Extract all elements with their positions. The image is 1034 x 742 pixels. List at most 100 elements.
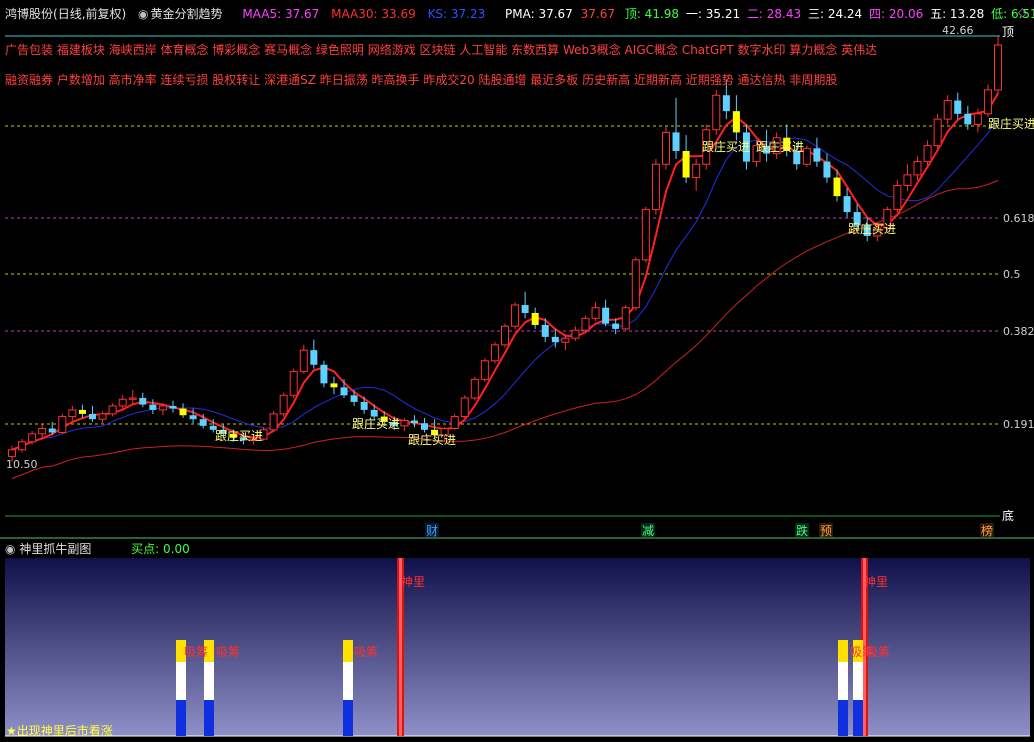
candle-body[interactable]: [410, 420, 418, 424]
candle-body[interactable]: [823, 161, 831, 178]
candle-body[interactable]: [682, 150, 690, 178]
buy-signal-2: 跟庄买进: [352, 416, 400, 431]
candle-body[interactable]: [88, 413, 96, 420]
candle-body[interactable]: [964, 113, 972, 125]
formula-selector-icon[interactable]: ◉: [138, 7, 148, 21]
concept-tags-line-1: 广告包装 福建板块 海峡西岸 体育概念 博彩概念 赛马概念 绿色照明 网络游戏 …: [5, 43, 878, 57]
candle-body[interactable]: [199, 419, 207, 426]
candle-body[interactable]: [813, 148, 821, 162]
candle-body[interactable]: [179, 408, 187, 416]
candle-body[interactable]: [128, 397, 137, 400]
candle-body[interactable]: [923, 145, 932, 163]
candle-body[interactable]: [480, 360, 489, 380]
candle-body[interactable]: [672, 132, 680, 151]
candle-body[interactable]: [913, 161, 922, 176]
candle-body[interactable]: [954, 100, 962, 114]
candle-body[interactable]: [108, 405, 117, 415]
period-label[interactable]: (日线,前复权): [53, 7, 126, 21]
candle-body[interactable]: [289, 370, 298, 396]
sub-formula-icon[interactable]: ◉: [5, 542, 15, 556]
header-expand-icon[interactable]: ◇: [1018, 5, 1027, 19]
event-marker-jian[interactable]: 减: [642, 524, 654, 538]
candle-body[interactable]: [641, 208, 650, 261]
candle-body[interactable]: [320, 364, 328, 384]
candle-body[interactable]: [551, 336, 559, 343]
candle-body[interactable]: [732, 111, 740, 133]
sub-panel-header: ◉ 神里抓牛副图 买点: 0.00: [5, 540, 190, 557]
candle-body[interactable]: [631, 259, 640, 309]
one-value: 一: 35.21: [685, 7, 741, 21]
candle-body[interactable]: [279, 394, 288, 415]
candle-body[interactable]: [98, 413, 107, 420]
candle-body[interactable]: [591, 307, 600, 319]
candle-body[interactable]: [833, 177, 841, 197]
candle-body[interactable]: [38, 427, 47, 435]
candle-body[interactable]: [692, 163, 701, 179]
candle-body[interactable]: [340, 387, 348, 396]
event-marker-die[interactable]: 跌: [796, 523, 808, 538]
candle-body[interactable]: [400, 420, 409, 427]
candle-body[interactable]: [149, 404, 157, 410]
candle-body[interactable]: [8, 449, 16, 457]
candle-body[interactable]: [470, 378, 479, 399]
candle-body[interactable]: [421, 423, 429, 430]
buy-signal-4: 跟庄买进: [702, 139, 750, 154]
sub-indicator-chart[interactable]: 神里 神里 吸筹 吸筹 吸筹 吸筹 吸筹 ★出现神里后市看涨: [0, 556, 1034, 742]
event-marker-yu[interactable]: 预: [820, 524, 832, 538]
formula-name[interactable]: 黄金分割趋势: [151, 7, 223, 21]
candle-body[interactable]: [943, 100, 952, 120]
candle-body[interactable]: [269, 413, 278, 431]
stock-name[interactable]: 鸿博股份: [5, 7, 53, 21]
candle-body[interactable]: [571, 329, 580, 339]
candle-body[interactable]: [561, 337, 570, 343]
top-marker: 顶: [1002, 25, 1014, 39]
candle-body[interactable]: [78, 409, 86, 414]
candle-body[interactable]: [48, 428, 56, 433]
candle-body[interactable]: [450, 416, 459, 429]
candle-body[interactable]: [521, 305, 529, 313]
candle-body[interactable]: [983, 89, 992, 115]
candle-body[interactable]: [722, 95, 730, 112]
candle-body[interactable]: [139, 397, 147, 405]
candle-body[interactable]: [602, 307, 610, 324]
candle-body[interactable]: [370, 409, 378, 417]
candle-body[interactable]: [350, 395, 358, 402]
candle-body[interactable]: [933, 118, 942, 147]
sub-panel-title[interactable]: 神里抓牛副图: [19, 542, 91, 556]
candle-body[interactable]: [661, 131, 670, 165]
candle-body[interactable]: [310, 350, 318, 365]
candle-body[interactable]: [994, 44, 1002, 91]
candle-body[interactable]: [712, 94, 721, 131]
candle-body[interactable]: [28, 433, 37, 443]
candle-body[interactable]: [843, 196, 851, 213]
candle-body[interactable]: [511, 304, 520, 327]
event-marker-bang[interactable]: 榜: [981, 523, 993, 538]
candle-body[interactable]: [299, 349, 308, 372]
candle-body[interactable]: [612, 323, 620, 329]
candle-body[interactable]: [621, 307, 630, 330]
candle-body[interactable]: [18, 441, 27, 451]
fib-label-0618: 0.618: [1003, 212, 1034, 225]
candle-body[interactable]: [158, 405, 167, 411]
event-marker-cai[interactable]: 财: [426, 524, 438, 538]
buy-signal-5: 跟庄买进: [756, 139, 804, 154]
candle-body[interactable]: [68, 409, 77, 418]
candle-body[interactable]: [973, 113, 982, 125]
candle-body[interactable]: [330, 383, 338, 388]
candle-body[interactable]: [169, 405, 177, 409]
candle-body[interactable]: [651, 163, 660, 210]
candle-body[interactable]: [541, 324, 549, 337]
candle-body[interactable]: [531, 312, 539, 325]
candle-body[interactable]: [360, 401, 368, 410]
candle-body[interactable]: [501, 325, 509, 346]
candle-body[interactable]: [903, 174, 912, 187]
candle-body[interactable]: [58, 416, 67, 433]
candle-body[interactable]: [118, 398, 127, 407]
xichou-label-3: 吸筹: [354, 645, 378, 659]
candle-body[interactable]: [460, 397, 469, 418]
candle-body[interactable]: [893, 185, 902, 210]
candle-body[interactable]: [581, 317, 590, 331]
candle-body[interactable]: [802, 147, 811, 165]
candle-body[interactable]: [189, 415, 197, 420]
candle-body[interactable]: [490, 344, 499, 362]
